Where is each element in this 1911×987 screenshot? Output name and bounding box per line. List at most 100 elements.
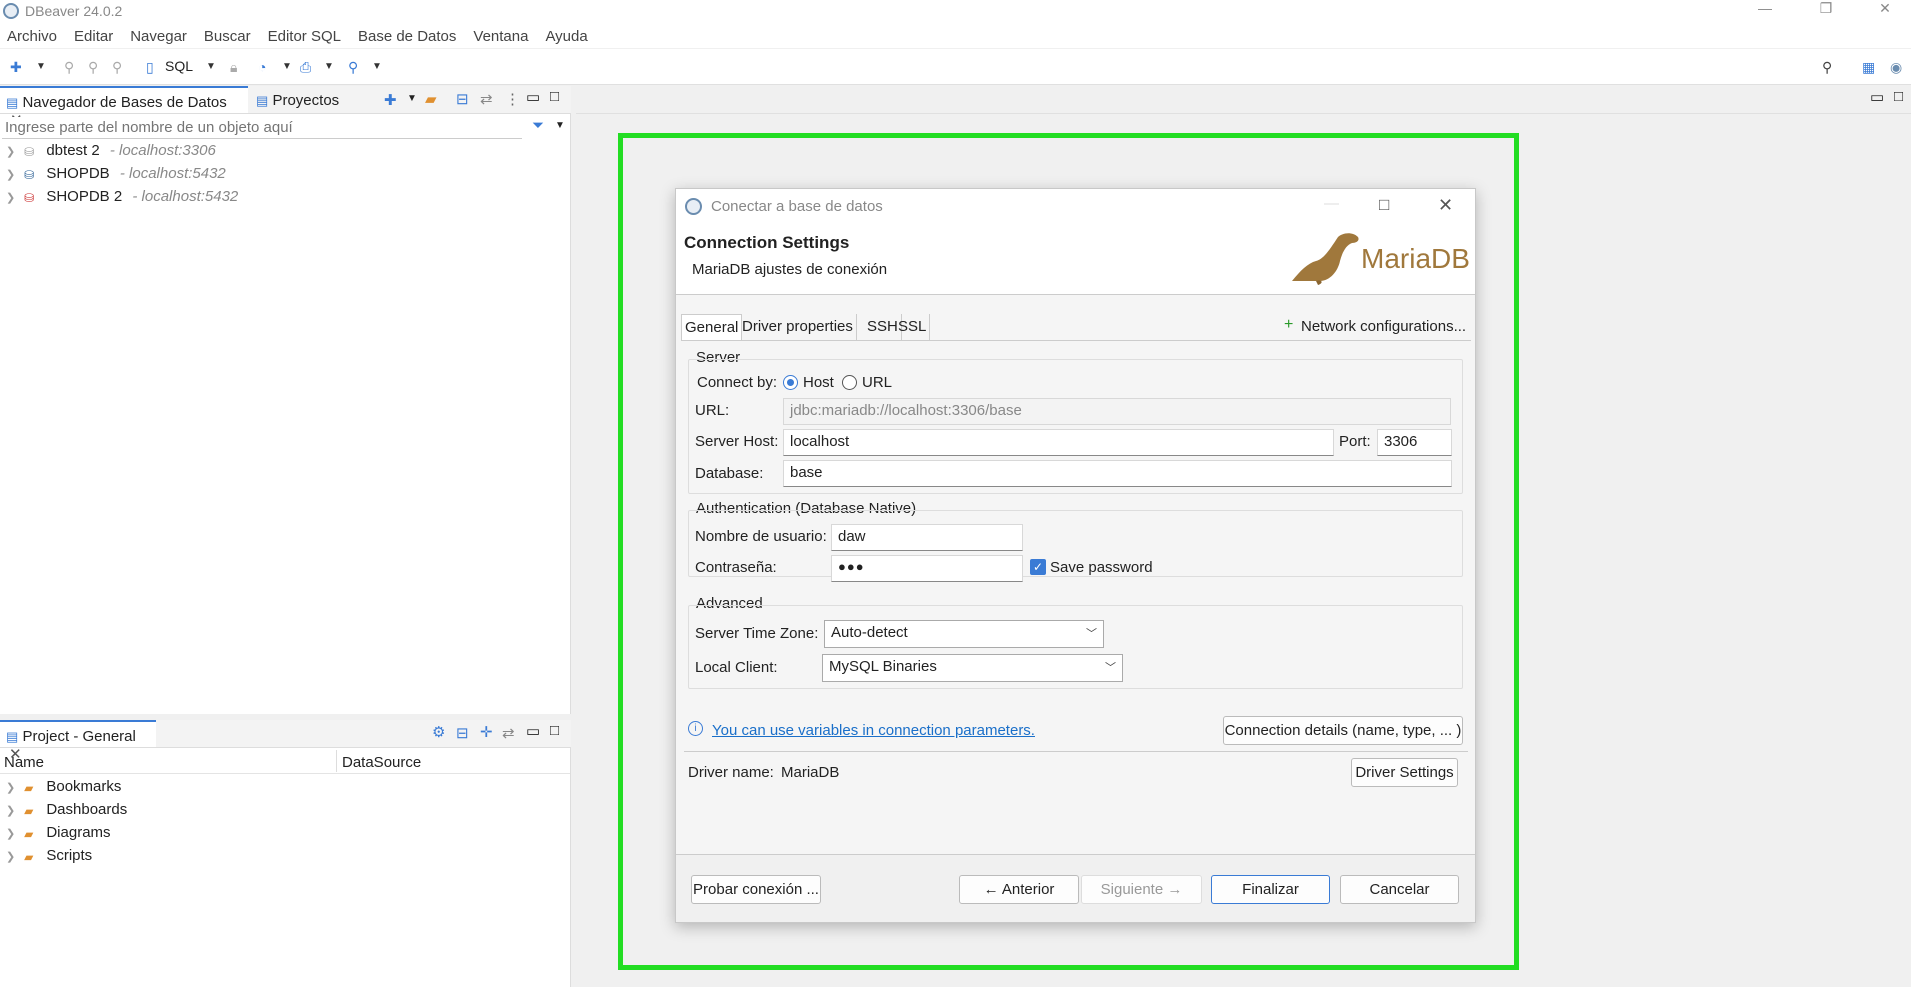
radio-host-label[interactable]: Host (803, 374, 834, 391)
close-dialog-icon[interactable]: ✕ (1438, 195, 1453, 216)
test-connection-button[interactable]: Probar conexión ... (691, 875, 821, 904)
connect-icon[interactable]: ⚲ (64, 59, 74, 76)
password-field[interactable]: ●●● (831, 555, 1023, 582)
connection-name: SHOPDB (46, 165, 110, 182)
filter-dropdown-icon[interactable]: ▼ (555, 120, 565, 131)
close-window-icon[interactable]: ✕ (1862, 0, 1908, 17)
navigator-filter-input[interactable] (2, 117, 522, 139)
menu-editar[interactable]: Editar (74, 28, 113, 45)
chevron-right-icon[interactable]: ❯ (6, 145, 20, 158)
tree-item-dbtest2[interactable]: ❯ ⛁ dbtest 2 - localhost:3306 (0, 142, 216, 162)
sql-editor-icon[interactable]: ▯ (146, 59, 154, 76)
back-button[interactable]: ← Anterior (959, 875, 1079, 904)
radio-url[interactable] (842, 375, 857, 390)
lock-icon[interactable]: 🔒︎ (230, 59, 237, 76)
nav-dropdown-icon[interactable]: ▼ (407, 93, 417, 104)
new-folder-icon[interactable]: ▰ (425, 90, 437, 108)
chevron-right-icon[interactable]: ❯ (6, 850, 20, 863)
new-connection-icon[interactable]: ✚ (10, 59, 22, 76)
sql-button[interactable]: SQL (165, 58, 193, 74)
chevron-right-icon[interactable]: ❯ (6, 827, 20, 840)
menu-base-de-datos[interactable]: Base de Datos (358, 28, 456, 45)
new-connection-small-icon[interactable]: ✚ (384, 91, 397, 109)
chevron-right-icon[interactable]: ❯ (6, 191, 20, 204)
maximize-icon[interactable]: □ (1379, 195, 1389, 215)
search-icon[interactable]: ⚲ (1822, 59, 1832, 76)
dbeaver-perspective-icon[interactable]: ◉ (1890, 59, 1902, 76)
settings-icon[interactable]: ⚙ (432, 723, 445, 741)
finish-button[interactable]: Finalizar (1211, 875, 1330, 904)
search-dropdown-icon[interactable]: ▼ (372, 61, 382, 72)
database-field[interactable]: base (783, 460, 1452, 487)
column-header-datasource[interactable]: DataSource (342, 754, 421, 771)
maximize-panel-icon[interactable]: □ (550, 722, 559, 739)
collapse-all-icon[interactable]: ⊟ (456, 90, 469, 108)
link-editor-icon[interactable]: ⇄ (480, 90, 493, 108)
local-client-select[interactable]: MySQL Binaries ﹀ (822, 654, 1123, 682)
tab-projects[interactable]: ▤ Proyectos (250, 86, 350, 113)
tree-item-diagrams[interactable]: ❯ ▰ Diagrams (0, 824, 111, 844)
minimize-panel-icon[interactable]: ▭ (526, 88, 540, 106)
minimize-icon[interactable]: — (1324, 195, 1339, 212)
timezone-select[interactable]: Auto-detect ﹀ (824, 620, 1104, 648)
chevron-right-icon[interactable]: ❯ (6, 168, 20, 181)
tree-item-dashboards[interactable]: ❯ ▰ Dashboards (0, 801, 127, 821)
menu-ventana[interactable]: Ventana (473, 28, 528, 45)
view-menu-icon[interactable]: ⋮ (505, 90, 520, 108)
tree-item-shopdb2[interactable]: ❯ ⛁ SHOPDB 2 - localhost:5432 (0, 188, 238, 208)
tab-driver-properties[interactable]: Driver properties (739, 314, 857, 340)
sql-dropdown-icon[interactable]: ▼ (206, 61, 216, 72)
radio-host[interactable] (783, 375, 798, 390)
cancel-button[interactable]: Cancelar (1340, 875, 1459, 904)
column-header-name[interactable]: Name (4, 754, 334, 771)
minimize-panel-icon[interactable]: ▭ (526, 722, 540, 740)
dialog-title: Conectar a base de datos (711, 198, 883, 215)
menu-navegar[interactable]: Navegar (130, 28, 187, 45)
url-field[interactable]: jdbc:mariadb://localhost:3306/base (783, 398, 1451, 425)
maximize-panel-icon[interactable]: □ (1894, 88, 1903, 105)
link-editor-icon[interactable]: ⇄ (502, 724, 515, 742)
chevron-right-icon[interactable]: ❯ (6, 804, 20, 817)
menu-archivo[interactable]: Archivo (7, 28, 57, 45)
menu-editor-sql[interactable]: Editor SQL (268, 28, 341, 45)
tree-item-shopdb[interactable]: ❯ ⛁ SHOPDB - localhost:5432 (0, 165, 226, 185)
expand-icon[interactable]: ✛ (480, 723, 493, 741)
tab-navigator[interactable]: ▤ Navegador de Bases de Datos ✕ (0, 86, 248, 129)
chevron-right-icon[interactable]: ❯ (6, 781, 20, 794)
transaction-icon[interactable]: ◔ (258, 59, 266, 75)
tab-ssl[interactable]: SSL (895, 314, 931, 340)
tree-item-scripts[interactable]: ❯ ▰ Scripts (0, 847, 92, 867)
filter-icon[interactable]: ⏷ (532, 117, 544, 134)
port-field[interactable]: 3306 (1377, 429, 1452, 456)
save-password-label[interactable]: Save password (1050, 559, 1153, 576)
dropdown-icon[interactable]: ▼ (36, 61, 46, 72)
save-password-checkbox[interactable]: ✓ (1030, 559, 1046, 575)
driver-settings-button[interactable]: Driver Settings (1351, 758, 1458, 787)
commit-icon[interactable]: ⎙ (300, 59, 311, 76)
search-db-icon[interactable]: ⚲ (348, 59, 358, 76)
disconnect-icon[interactable]: ⚲ (88, 59, 98, 76)
server-host-field[interactable]: localhost (783, 429, 1334, 456)
connection-details-button[interactable]: Connection details (name, type, ... ) (1223, 716, 1463, 745)
disconnect-all-icon[interactable]: ⚲ (112, 59, 122, 76)
maximize-panel-icon[interactable]: □ (550, 88, 559, 105)
menu-ayuda[interactable]: Ayuda (545, 28, 587, 45)
perspective-icon[interactable]: ▦ (1862, 59, 1875, 76)
restore-icon[interactable]: ❐ (1803, 0, 1849, 17)
transaction-dropdown-icon[interactable]: ▼ (282, 61, 292, 72)
network-config-link[interactable]: Network configurations... (1301, 318, 1466, 335)
tree-item-bookmarks[interactable]: ❯ ▰ Bookmarks (0, 778, 121, 798)
dialog-header: Connection Settings MariaDB ajustes de c… (676, 225, 1475, 295)
variables-link[interactable]: You can use variables in connection para… (712, 722, 1035, 739)
username-field[interactable]: daw (831, 524, 1023, 551)
connect-dialog: Conectar a base de datos — □ ✕ Connectio… (675, 188, 1476, 923)
minimize-panel-icon[interactable]: ▭ (1870, 88, 1884, 106)
minimize-icon[interactable]: — (1742, 0, 1788, 16)
collapse-all-icon[interactable]: ⊟ (456, 724, 469, 742)
next-button[interactable]: Siguiente → (1081, 875, 1202, 904)
tab-project-general[interactable]: ▤ Project - General ✕ (0, 720, 156, 763)
tab-general[interactable]: General (681, 314, 743, 340)
radio-url-label[interactable]: URL (862, 374, 892, 391)
commit-dropdown-icon[interactable]: ▼ (324, 61, 334, 72)
menu-buscar[interactable]: Buscar (204, 28, 251, 45)
